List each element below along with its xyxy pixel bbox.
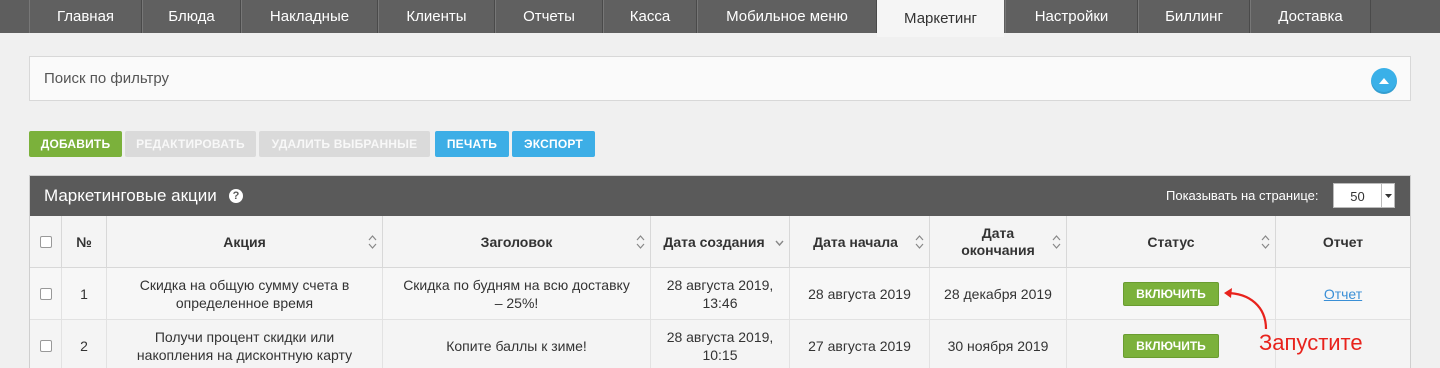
per-page-value: 50 — [1350, 189, 1365, 204]
header-start-label: Дата начала — [813, 233, 898, 250]
header-action-label: Акция — [223, 233, 266, 250]
per-page-label: Показывать на странице: — [1166, 188, 1319, 203]
header-start-date[interactable]: Дата начала — [790, 216, 930, 268]
header-status[interactable]: Статус — [1067, 216, 1276, 268]
sort-icon — [368, 235, 377, 249]
tab-clients[interactable]: Клиенты — [378, 0, 495, 33]
tab-reports[interactable]: Отчеты — [495, 0, 603, 33]
row-title: Копите баллы к зиме! — [383, 320, 651, 368]
row-action-line2: определенное время — [175, 295, 314, 311]
filter-panel[interactable]: Поиск по фильтру — [29, 56, 1411, 101]
tab-cashbox[interactable]: Касса — [603, 0, 697, 33]
row-created: 28 августа 2019, 10:15 — [651, 320, 790, 368]
header-select-all-cell — [30, 216, 62, 268]
panel-title: Маркетинговые акции — [44, 186, 217, 205]
row-title: Скидка по будням на всю доставку – 25%! — [383, 268, 651, 320]
edit-button[interactable]: РЕДАКТИРОВАТЬ — [125, 131, 256, 157]
per-page-select[interactable]: 50 — [1333, 183, 1395, 208]
header-end-date[interactable]: Дата окончания — [930, 216, 1067, 268]
collapse-toggle-button[interactable] — [1371, 68, 1397, 94]
table-row: 2 Получи процент скидки или накопления н… — [30, 320, 1410, 368]
row-checkbox[interactable] — [39, 288, 52, 300]
annotation-arrow-icon — [1224, 288, 1268, 330]
header-report: Отчет — [1322, 233, 1364, 250]
header-action[interactable]: Акция — [107, 216, 383, 268]
tab-invoices[interactable]: Накладные — [241, 0, 378, 33]
export-button[interactable]: ЭКСПОРТ — [512, 131, 595, 157]
top-navigation: Главная Блюда Накладные Клиенты Отчеты К… — [0, 0, 1440, 37]
row-select-cell — [30, 320, 62, 368]
tab-billing[interactable]: Биллинг — [1138, 0, 1250, 33]
delete-selected-button[interactable]: УДАЛИТЬ ВЫБРАННЫЕ — [259, 131, 430, 157]
tab-marketing[interactable]: Маркетинг — [877, 0, 1004, 37]
row-num: 1 — [62, 268, 107, 320]
row-action-line1: Скидка на общую сумму счета в — [139, 277, 350, 293]
header-created-label: Дата создания — [663, 233, 765, 250]
tab-settings[interactable]: Настройки — [1005, 0, 1138, 33]
panel-header: Маркетинговые акции ? Показывать на стра… — [30, 176, 1410, 216]
header-title-label: Заголовок — [480, 233, 553, 250]
chevron-up-icon — [1379, 78, 1389, 84]
marketing-panel: Маркетинговые акции ? Показывать на стра… — [29, 175, 1411, 368]
enable-button[interactable]: ВКЛЮЧИТЬ — [1123, 334, 1219, 358]
sort-down-icon — [775, 240, 784, 247]
tab-mobile-menu[interactable]: Мобильное меню — [697, 0, 877, 33]
row-created-line2: 13:46 — [702, 295, 738, 311]
enable-button[interactable]: ВКЛЮЧИТЬ — [1123, 282, 1219, 306]
row-action: Получи процент скидки или накопления на … — [107, 320, 383, 368]
row-title-line2: – 25%! — [494, 295, 539, 311]
row-checkbox[interactable] — [39, 340, 52, 352]
sort-icon — [1052, 235, 1061, 249]
sort-icon — [636, 235, 645, 249]
row-created: 28 августа 2019, 13:46 — [651, 268, 790, 320]
header-end-label-line2: окончания — [961, 242, 1035, 258]
table-row: 1 Скидка на общую сумму счета в определе… — [30, 268, 1410, 320]
report-link[interactable]: Отчет — [1324, 285, 1362, 303]
row-end-date: 30 ноября 2019 — [930, 320, 1067, 368]
header-created-date[interactable]: Дата создания — [651, 216, 790, 268]
filter-label: Поиск по фильтру — [44, 70, 170, 87]
table-header: № Акция Заголовок Дата создания Дата нач… — [30, 216, 1410, 268]
header-end-label-line1: Дата — [981, 225, 1015, 241]
tab-main[interactable]: Главная — [29, 0, 142, 33]
row-action: Скидка на общую сумму счета в определенн… — [107, 268, 383, 320]
row-start-date: 28 августа 2019 — [790, 268, 930, 320]
select-all-checkbox[interactable] — [39, 236, 52, 248]
help-icon[interactable]: ? — [229, 189, 243, 203]
print-button[interactable]: ПЕЧАТЬ — [435, 131, 509, 157]
header-title[interactable]: Заголовок — [383, 216, 651, 268]
chevron-down-icon — [1381, 184, 1394, 207]
tab-dishes[interactable]: Блюда — [142, 0, 241, 33]
row-action-line2: накопления на дисконтную карту — [136, 347, 353, 363]
add-button[interactable]: ДОБАВИТЬ — [29, 131, 122, 157]
row-select-cell — [30, 268, 62, 320]
row-created-line2: 10:15 — [702, 347, 738, 363]
annotation-text: Запустите — [1259, 330, 1363, 355]
row-report-cell: Отчет — [1276, 268, 1410, 320]
row-end-date: 28 декабря 2019 — [930, 268, 1067, 320]
header-num[interactable]: № — [62, 216, 107, 268]
row-num: 2 — [62, 320, 107, 368]
sort-icon — [1261, 235, 1270, 249]
sort-icon — [915, 235, 924, 249]
tab-delivery[interactable]: Доставка — [1250, 0, 1371, 33]
row-start-date: 27 августа 2019 — [790, 320, 930, 368]
row-action-line1: Получи процент скидки или — [154, 329, 335, 345]
row-created-line1: 28 августа 2019, — [666, 329, 774, 345]
row-created-line1: 28 августа 2019, — [666, 277, 774, 293]
row-title-line1: Скидка по будням на всю доставку — [403, 277, 630, 293]
header-status-label: Статус — [1147, 233, 1195, 250]
